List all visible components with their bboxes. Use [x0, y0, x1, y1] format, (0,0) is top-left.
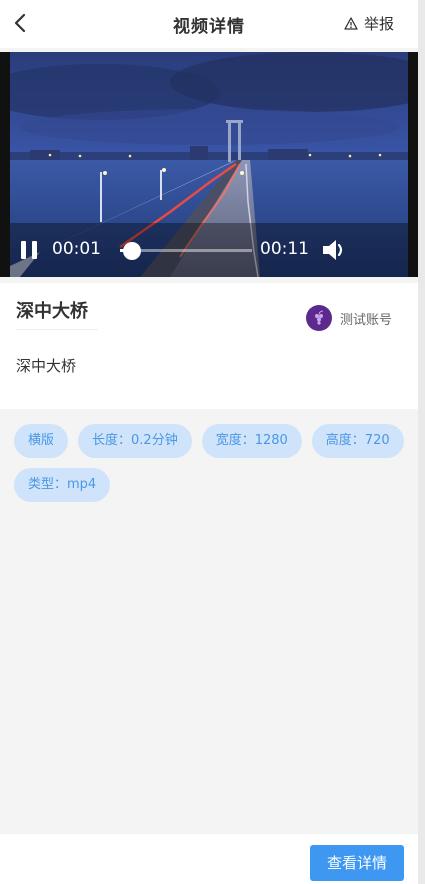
- tag-duration: 长度：0.2分钟: [78, 424, 192, 458]
- page: 视频详情 举报 00:01 00:11 深中大桥 测试账号 深中大桥 横版 长度…: [0, 0, 418, 884]
- scrollbar-gutter: [418, 0, 425, 884]
- view-details-button[interactable]: 查看详情: [310, 845, 404, 881]
- total-time: 00:11: [260, 239, 309, 259]
- tag-list: 横版 长度：0.2分钟 宽度：1280 高度：720 类型：mp4: [14, 424, 409, 502]
- video-player[interactable]: 00:01 00:11: [0, 52, 418, 277]
- progress-bar[interactable]: [120, 242, 252, 260]
- video-title: 深中大桥: [16, 297, 98, 330]
- video-controls: 00:01 00:11: [10, 223, 408, 277]
- volume-icon[interactable]: [320, 237, 348, 263]
- tag-orientation: 横版: [14, 424, 69, 458]
- report-label: 举报: [363, 15, 394, 33]
- video-info: 深中大桥 测试账号 深中大桥: [0, 283, 418, 409]
- pause-icon[interactable]: [18, 238, 40, 262]
- video-description: 深中大桥: [16, 357, 77, 375]
- bottom-bar: 查看详情: [0, 834, 418, 884]
- tag-height: 高度：720: [311, 424, 404, 458]
- progress-knob[interactable]: [122, 242, 141, 260]
- account-name: 测试账号: [339, 312, 392, 328]
- grape-logo-icon: [314, 310, 324, 325]
- tag-width: 宽度：1280: [201, 424, 302, 458]
- current-time: 00:01: [52, 239, 101, 259]
- avatar: [305, 305, 332, 331]
- top-bar: 视频详情 举报: [0, 0, 418, 48]
- warning-triangle-icon: [344, 17, 358, 30]
- tag-type: 类型：mp4: [14, 468, 111, 502]
- report-button[interactable]: 举报: [344, 13, 394, 34]
- account-link[interactable]: 测试账号: [305, 305, 392, 331]
